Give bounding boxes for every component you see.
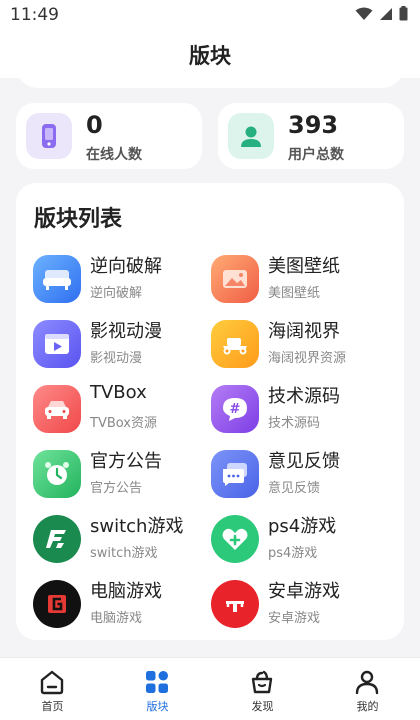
online-count-label: 在线人数 bbox=[86, 147, 142, 163]
sofa-icon bbox=[33, 255, 81, 303]
forum-item-video[interactable]: 影视动漫 影视动漫 bbox=[33, 315, 218, 375]
home-icon bbox=[40, 670, 64, 695]
phone-icon bbox=[42, 124, 56, 148]
user-card-icon bbox=[241, 126, 261, 147]
alarm-clock-icon bbox=[33, 450, 81, 498]
forum-item-sub: 影视动漫 bbox=[90, 351, 143, 366]
online-count-value: 0 bbox=[86, 111, 103, 139]
forum-item-name: 逆向破解 bbox=[90, 256, 162, 277]
forum-item-name: ps4游戏 bbox=[268, 516, 337, 537]
pc-game-logo-icon bbox=[33, 580, 81, 628]
tab-profile[interactable]: 我的 bbox=[315, 658, 420, 720]
battery-icon bbox=[399, 6, 408, 21]
switch-logo-icon bbox=[33, 515, 81, 563]
forum-item-sub: 逆向破解 bbox=[90, 286, 143, 301]
forum-item-reverse[interactable]: 逆向破解 逆向破解 bbox=[33, 250, 218, 310]
signal-icon bbox=[380, 7, 392, 20]
forum-item-name: TVBox bbox=[90, 382, 147, 403]
forum-item-name: 技术源码 bbox=[268, 386, 340, 407]
forum-item-name: 意见反馈 bbox=[268, 451, 340, 472]
forum-item-feedback[interactable]: 意见反馈 意见反馈 bbox=[211, 445, 396, 505]
forum-item-source-code[interactable]: # 技术源码 技术源码 bbox=[211, 380, 396, 440]
grid-icon bbox=[146, 671, 168, 693]
tab-home[interactable]: 首页 bbox=[0, 658, 105, 720]
scrolled-card-bottom bbox=[16, 66, 404, 88]
forum-item-sub: TVBox资源 bbox=[90, 416, 157, 431]
forum-item-android-games[interactable]: 安卓游戏 安卓游戏 bbox=[211, 575, 396, 635]
online-count-card: 0 在线人数 bbox=[16, 103, 202, 169]
forum-item-announcement[interactable]: 官方公告 官方公告 bbox=[33, 445, 218, 505]
image-icon bbox=[211, 255, 259, 303]
forum-item-sub: switch游戏 bbox=[90, 546, 158, 561]
car-icon bbox=[33, 385, 81, 433]
tab-label: 首页 bbox=[41, 700, 64, 713]
user-icon bbox=[355, 670, 379, 695]
forum-item-sub: 官方公告 bbox=[90, 481, 143, 496]
forum-item-haikuo[interactable]: 海阔视界 海阔视界资源 bbox=[211, 315, 396, 375]
forum-item-sub: 海阔视界资源 bbox=[268, 351, 347, 366]
tab-label: 发现 bbox=[251, 700, 274, 713]
tab-label: 我的 bbox=[356, 700, 379, 713]
forum-item-sub: 安卓游戏 bbox=[268, 611, 321, 626]
bottom-tab-bar: 首页 版块 发现 我的 bbox=[0, 657, 420, 720]
forum-item-sub: 电脑游戏 bbox=[90, 611, 143, 626]
forum-item-wallpaper[interactable]: 美图壁纸 美图壁纸 bbox=[211, 250, 396, 310]
user-total-value: 393 bbox=[288, 111, 339, 139]
forum-item-name: 影视动漫 bbox=[90, 321, 162, 342]
forum-item-sub: 美图壁纸 bbox=[268, 286, 321, 301]
forum-item-sub: ps4游戏 bbox=[268, 546, 318, 561]
discover-basket-icon bbox=[251, 670, 273, 694]
tab-label: 版块 bbox=[146, 700, 169, 713]
forum-item-name: 官方公告 bbox=[90, 451, 162, 472]
forum-item-sub: 意见反馈 bbox=[268, 481, 321, 496]
users-icon-badge bbox=[228, 113, 274, 159]
status-time: 11:49 bbox=[10, 5, 59, 25]
heart-icon bbox=[211, 515, 259, 563]
tab-discover[interactable]: 发现 bbox=[210, 658, 315, 720]
forum-item-tvbox[interactable]: TVBox TVBox资源 bbox=[33, 380, 218, 440]
tab-forums[interactable]: 版块 bbox=[105, 658, 210, 720]
svg-text:#: # bbox=[230, 402, 241, 417]
forum-list-card: 版块列表 逆向破解 逆向破解 美图壁纸 美图壁纸 影视动漫 影视动漫 海阔视界 … bbox=[16, 183, 404, 640]
forum-item-name: 电脑游戏 bbox=[90, 581, 162, 602]
forum-item-name: 安卓游戏 bbox=[268, 581, 340, 602]
android-game-logo-icon bbox=[211, 580, 259, 628]
forum-item-sub: 技术源码 bbox=[268, 416, 321, 431]
wifi-icon bbox=[355, 7, 373, 20]
forum-list-title: 版块列表 bbox=[34, 207, 123, 232]
forum-item-name: 海阔视界 bbox=[268, 321, 340, 342]
status-bar: 11:49 bbox=[0, 0, 420, 30]
video-icon bbox=[33, 320, 81, 368]
forum-item-name: switch游戏 bbox=[90, 516, 184, 537]
forum-item-name: 美图壁纸 bbox=[268, 256, 340, 277]
online-icon-badge bbox=[26, 113, 72, 159]
forum-item-pc-games[interactable]: 电脑游戏 电脑游戏 bbox=[33, 575, 218, 635]
chat-icon bbox=[211, 450, 259, 498]
status-icons bbox=[355, 6, 408, 21]
scooter-icon bbox=[211, 320, 259, 368]
user-total-label: 用户总数 bbox=[288, 147, 344, 163]
hashtag-icon: # bbox=[211, 385, 259, 433]
forum-item-ps4[interactable]: ps4游戏 ps4游戏 bbox=[211, 510, 396, 570]
forum-item-switch[interactable]: switch游戏 switch游戏 bbox=[33, 510, 218, 570]
user-total-card: 393 用户总数 bbox=[218, 103, 404, 169]
